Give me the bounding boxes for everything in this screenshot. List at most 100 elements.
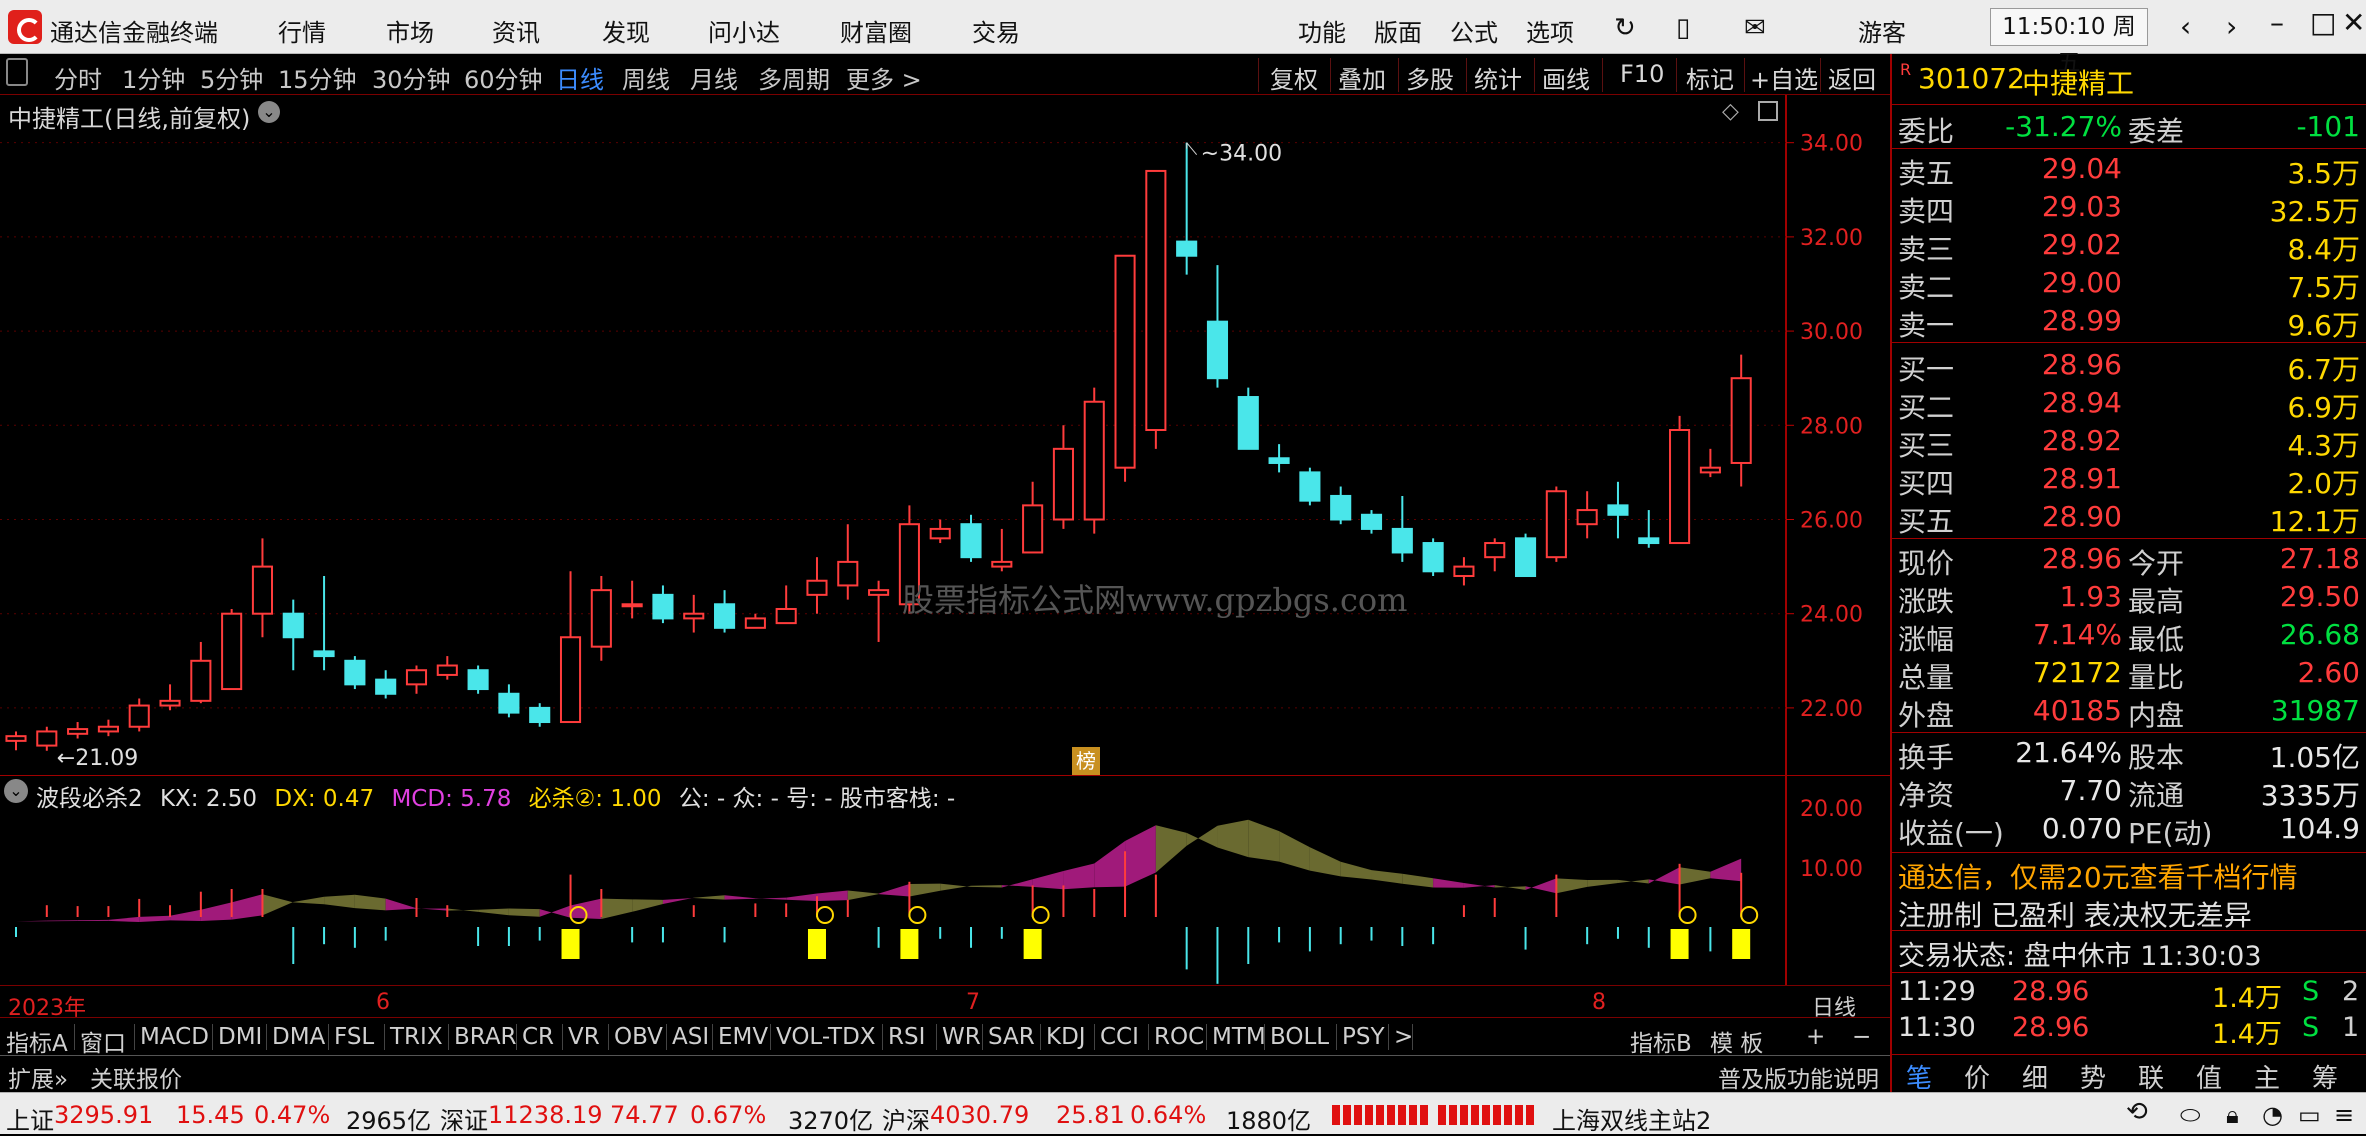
- tab-cr-8[interactable]: CR: [522, 1024, 554, 1050]
- candle-body[interactable]: [1607, 504, 1629, 516]
- menu-caifuquan[interactable]: 财富圈: [840, 13, 912, 48]
- candle-body[interactable]: [36, 730, 58, 747]
- menu-gongneng[interactable]: 功能: [1298, 13, 1346, 48]
- f10-button[interactable]: F10: [1620, 60, 1664, 88]
- candle-body[interactable]: [559, 636, 582, 724]
- period-60min[interactable]: 60分钟: [464, 60, 543, 95]
- bell-icon[interactable]: ◔: [2262, 1101, 2283, 1129]
- overlay-button[interactable]: 叠加: [1338, 60, 1386, 95]
- period-1min[interactable]: 1分钟: [122, 60, 185, 95]
- candle-body[interactable]: [1176, 240, 1198, 257]
- tab-emv-12[interactable]: EMV: [718, 1024, 768, 1050]
- candle-body[interactable]: [714, 603, 736, 629]
- candle-body[interactable]: [590, 589, 612, 648]
- candle-body[interactable]: [405, 669, 428, 686]
- candle-body[interactable]: [221, 612, 243, 691]
- tab-dma-4[interactable]: DMA: [272, 1024, 325, 1050]
- candle-body[interactable]: [251, 565, 274, 615]
- candle-body[interactable]: [313, 650, 335, 658]
- right-tab-5[interactable]: 值: [2196, 1058, 2222, 1095]
- right-tab-3[interactable]: 势: [2080, 1058, 2106, 1095]
- candle-body[interactable]: [1052, 447, 1074, 521]
- close-icon[interactable]: ✕: [2342, 6, 2365, 39]
- candle-body[interactable]: [929, 527, 951, 540]
- candle-body[interactable]: [467, 669, 489, 691]
- menu-jiaoyi[interactable]: 交易: [972, 13, 1020, 48]
- sh-label[interactable]: 上证: [6, 1101, 54, 1136]
- candle-body[interactable]: [97, 725, 119, 733]
- candle-body[interactable]: [960, 523, 982, 559]
- tab-rsi-14[interactable]: RSI: [888, 1024, 925, 1050]
- related-quote-tab[interactable]: 关联报价: [90, 1060, 182, 1094]
- indicator-panel[interactable]: ⌄ 波段必杀2 KX: 2.50 DX: 0.47 MCD: 5.78 必杀②:…: [0, 775, 1890, 985]
- template-tab[interactable]: 模 板: [1710, 1024, 1763, 1058]
- tab-psy-22[interactable]: PSY: [1342, 1024, 1385, 1050]
- back-icon[interactable]: ‹: [2180, 10, 2191, 43]
- period-daily[interactable]: 日线: [556, 60, 604, 95]
- tab-macd-2[interactable]: MACD: [140, 1024, 209, 1050]
- candle-body[interactable]: [1484, 542, 1506, 559]
- candle-body[interactable]: [1453, 565, 1475, 578]
- sz-label[interactable]: 深证: [440, 1101, 488, 1136]
- right-tab-1[interactable]: 价: [1964, 1058, 1990, 1095]
- menu-banmian[interactable]: 版面: [1374, 13, 1422, 48]
- candle-body[interactable]: [1083, 400, 1105, 521]
- hs-label[interactable]: 沪深: [882, 1101, 930, 1136]
- tab-roc-19[interactable]: ROC: [1154, 1024, 1204, 1050]
- tab-cci-18[interactable]: CCI: [1100, 1024, 1139, 1050]
- refresh-icon[interactable]: ↻: [1614, 13, 1636, 43]
- tab-brar-7[interactable]: BRAR: [454, 1024, 517, 1050]
- tab-fsl-5[interactable]: FSL: [334, 1024, 374, 1050]
- indicator-b-tab[interactable]: 指标B: [1630, 1024, 1692, 1058]
- lock-icon[interactable]: 🔒︎: [2226, 1101, 2239, 1129]
- multi-stock-button[interactable]: 多股: [1406, 60, 1454, 95]
- right-tab-7[interactable]: 筹: [2312, 1058, 2338, 1095]
- period-5min[interactable]: 5分钟: [200, 60, 263, 95]
- panel-toggle-icon[interactable]: [6, 58, 28, 86]
- period-fenshi[interactable]: 分时: [54, 60, 102, 95]
- candle-body[interactable]: [683, 612, 705, 620]
- draw-button[interactable]: 画线: [1542, 60, 1590, 95]
- candle-body[interactable]: [498, 692, 520, 714]
- right-tab-0[interactable]: 笔: [1906, 1058, 1932, 1095]
- candle-body[interactable]: [375, 678, 397, 695]
- zoom-in-button[interactable]: +: [1806, 1024, 1825, 1050]
- menu-hangqing[interactable]: 行情: [278, 13, 326, 48]
- tab--1[interactable]: 窗口: [80, 1024, 126, 1058]
- candle-body[interactable]: [1145, 169, 1167, 432]
- mail-icon[interactable]: ✉: [1744, 13, 1766, 43]
- menu-gongshi[interactable]: 公式: [1450, 13, 1498, 48]
- capsule-icon[interactable]: ⬭: [2180, 1101, 2201, 1129]
- monitor-icon[interactable]: ▭: [2298, 1101, 2321, 1129]
- tab-kdj-17[interactable]: KDJ: [1046, 1024, 1086, 1050]
- tab-dmi-3[interactable]: DMI: [218, 1024, 262, 1050]
- menu-zixun[interactable]: 资讯: [492, 13, 540, 48]
- sync-icon[interactable]: ⟲: [2126, 1097, 2148, 1127]
- candle-body[interactable]: [1730, 377, 1752, 464]
- tab-sar-16[interactable]: SAR: [988, 1024, 1035, 1050]
- edition-help-link[interactable]: 普及版功能说明: [1718, 1060, 1879, 1094]
- candle-body[interactable]: [806, 579, 828, 596]
- candle-body[interactable]: [1237, 396, 1259, 450]
- rank-badge[interactable]: 榜: [1072, 747, 1100, 775]
- period-multi[interactable]: 多周期: [758, 60, 830, 95]
- ad-link[interactable]: 通达信，仅需20元查看千档行情: [1898, 856, 2298, 896]
- tab-wr-15[interactable]: WR: [942, 1024, 981, 1050]
- add-favorite-button[interactable]: +自选: [1750, 60, 1818, 95]
- maximize-icon[interactable]: □: [2310, 6, 2336, 39]
- tab-asi-11[interactable]: ASI: [672, 1024, 709, 1050]
- mark-button[interactable]: 标记: [1686, 60, 1734, 95]
- user-label[interactable]: 游客: [1858, 13, 1906, 48]
- tab--23[interactable]: >: [1394, 1024, 1413, 1050]
- stats-button[interactable]: 统计: [1474, 60, 1522, 95]
- candle-body[interactable]: [744, 617, 766, 629]
- tab-mtm-20[interactable]: MTM: [1212, 1024, 1266, 1050]
- server-name[interactable]: 上海双线主站2: [1552, 1101, 1711, 1136]
- tab-vr-9[interactable]: VR: [568, 1024, 600, 1050]
- right-tab-6[interactable]: 主: [2254, 1058, 2280, 1095]
- right-tab-2[interactable]: 细: [2022, 1058, 2048, 1095]
- period-monthly[interactable]: 月线: [690, 60, 738, 95]
- candle-body[interactable]: [1206, 320, 1229, 380]
- tab-voltdx-13[interactable]: VOL-TDX: [776, 1024, 876, 1050]
- period-15min[interactable]: 15分钟: [278, 60, 357, 95]
